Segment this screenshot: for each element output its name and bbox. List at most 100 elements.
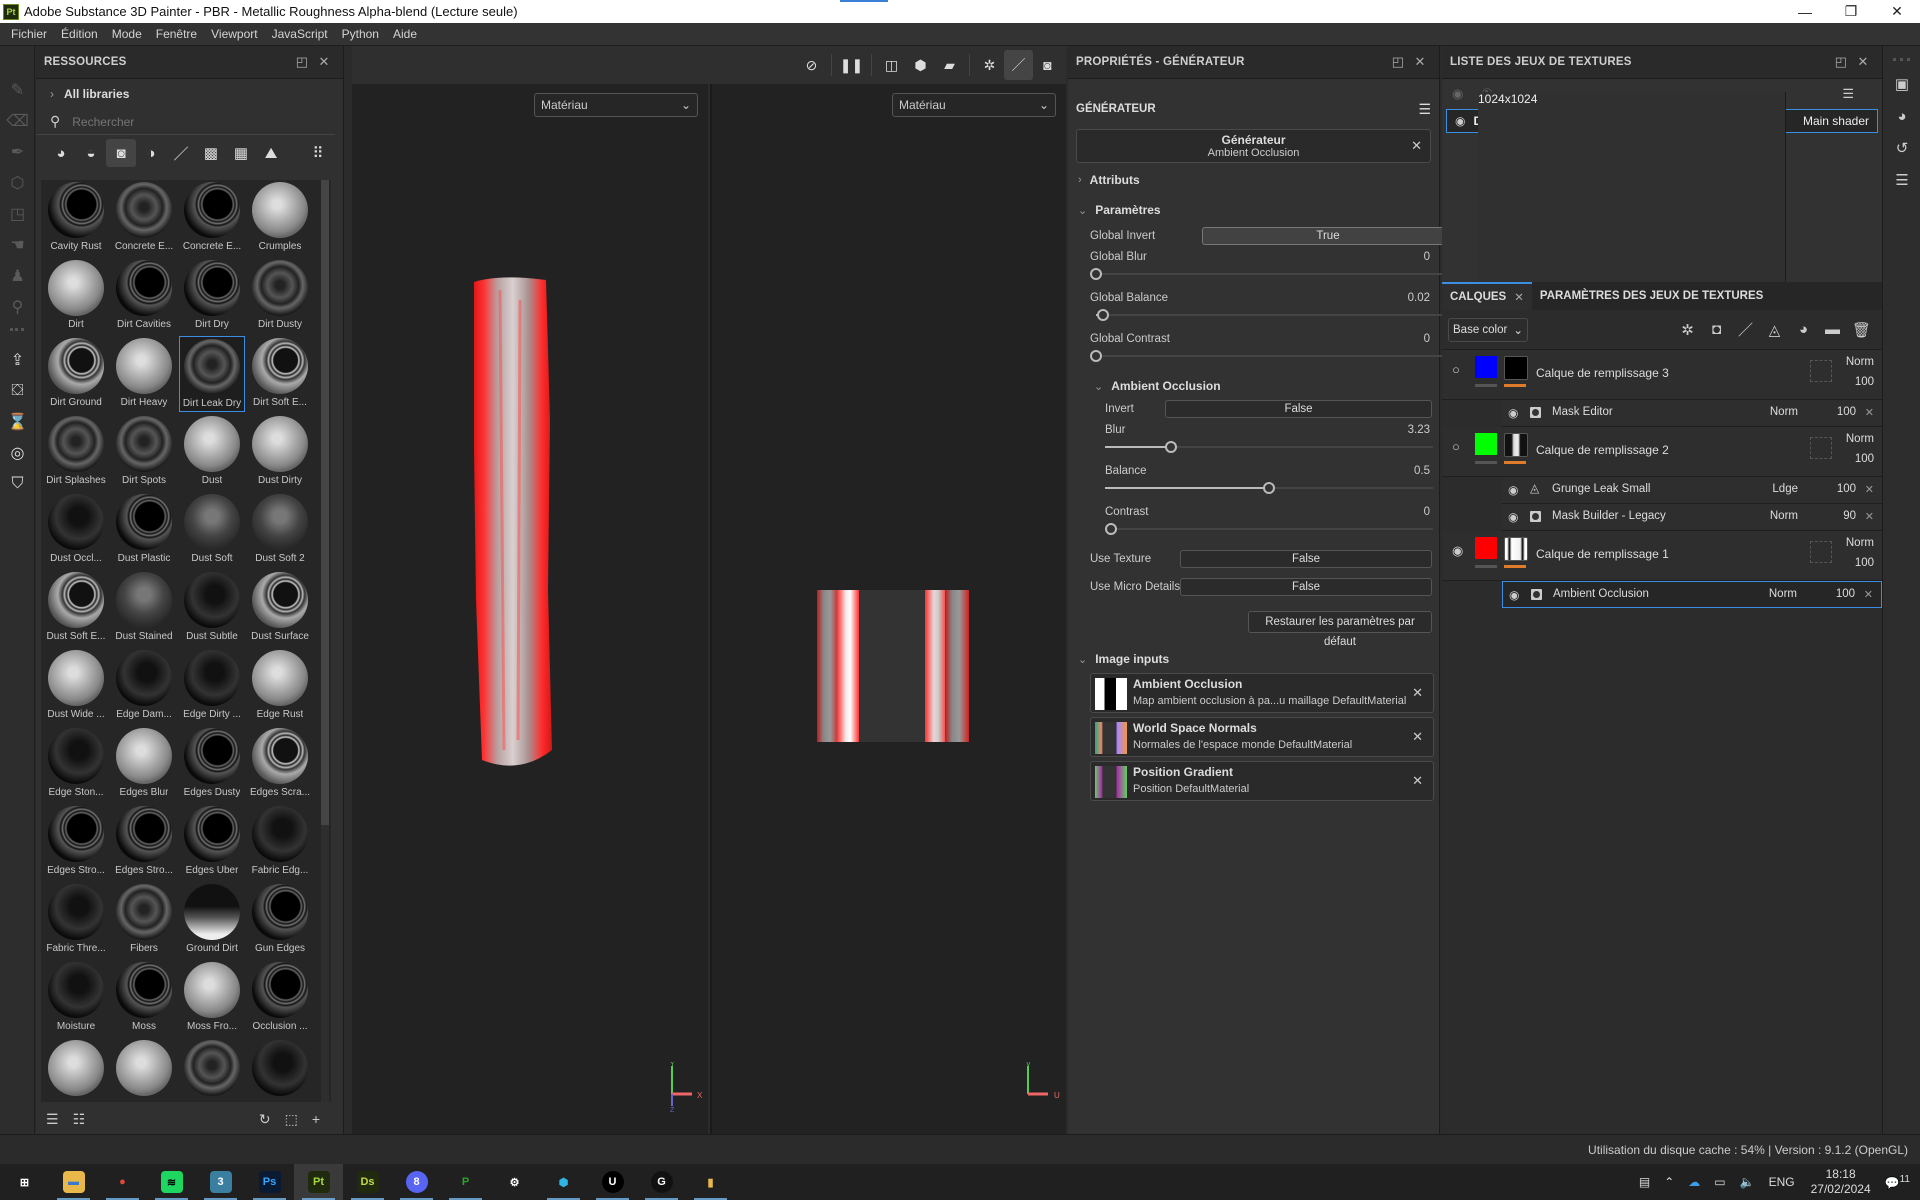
- taskbar-logitech-g[interactable]: G: [637, 1164, 686, 1200]
- resource-item[interactable]: Dirt Heavy: [111, 336, 177, 412]
- grid-view-icon[interactable]: ⠿: [303, 139, 333, 167]
- remove-effect-icon[interactable]: ✕: [1865, 406, 1874, 419]
- eye-icon[interactable]: ○: [1452, 362, 1460, 377]
- bake-icon[interactable]: ⛋: [0, 375, 35, 406]
- sub-layer-row[interactable]: ◉ Mask Editor Norm 100 ✕: [1502, 400, 1882, 427]
- layer-opacity[interactable]: 100: [1855, 453, 1874, 465]
- remove-input-icon[interactable]: ✕: [1412, 773, 1423, 789]
- resource-item[interactable]: Dirt Dry: [179, 258, 245, 334]
- global-contrast-slider[interactable]: Global Contrast 0: [1090, 333, 1454, 374]
- eye-icon[interactable]: ◉: [1455, 114, 1465, 128]
- global-invert-toggle[interactable]: True: [1202, 227, 1454, 245]
- news-icon[interactable]: ▤: [1639, 1175, 1650, 1189]
- smart-mask-icon[interactable]: ◙: [106, 139, 136, 167]
- resource-item[interactable]: Dirt: [43, 258, 109, 334]
- resource-item[interactable]: Fabric Thre...: [43, 882, 109, 958]
- texture-icon[interactable]: ▦: [226, 139, 256, 167]
- resource-item[interactable]: Dust Subtle: [179, 570, 245, 646]
- resource-item[interactable]: Moisture: [43, 960, 109, 1036]
- resource-item[interactable]: Edges Stro...: [43, 804, 109, 880]
- paint-icon[interactable]: ／: [1004, 50, 1033, 80]
- resource-item[interactable]: Dirt Leak Dry: [179, 336, 245, 412]
- resource-item[interactable]: Fabric Edg...: [247, 804, 313, 880]
- add-mask-icon[interactable]: ◘: [1702, 321, 1731, 338]
- resource-item[interactable]: [247, 1038, 313, 1102]
- resource-item[interactable]: Occlusion ...: [247, 960, 313, 1036]
- strip-grip[interactable]: [1893, 58, 1910, 64]
- float-panel-icon[interactable]: ◰: [1387, 54, 1409, 70]
- resource-item[interactable]: Dust Soft: [179, 492, 245, 568]
- resource-item[interactable]: Crumples: [247, 180, 313, 256]
- float-panel-icon[interactable]: ◰: [1830, 54, 1852, 70]
- layer-opacity[interactable]: 100: [1855, 557, 1874, 569]
- log-icon[interactable]: ☰: [1883, 164, 1920, 196]
- eye-icon[interactable]: ○: [1452, 439, 1460, 454]
- tab-layers[interactable]: CALQUES ✕: [1442, 282, 1532, 310]
- slider-knob[interactable]: [1097, 309, 1110, 321]
- add-paint-layer-icon[interactable]: ／: [1731, 319, 1760, 340]
- blur-slider[interactable]: Blur 3.23: [1105, 424, 1439, 465]
- resource-item[interactable]: Edge Ston...: [43, 726, 109, 802]
- resource-item[interactable]: Concrete E...: [111, 180, 177, 256]
- sub-layer-opacity[interactable]: 90: [1843, 510, 1856, 522]
- taskbar-settings[interactable]: ⚙: [490, 1164, 539, 1200]
- clock[interactable]: 18:18 27/02/2024: [1811, 1167, 1871, 1197]
- layer-geometry-mask-slot[interactable]: [1810, 541, 1832, 563]
- viewport-left-mode-select[interactable]: Matériau ⌄: [534, 93, 698, 117]
- pause-icon[interactable]: ❚❚: [837, 50, 866, 80]
- menu-python[interactable]: Python: [335, 27, 386, 41]
- resource-item[interactable]: Dust Stained: [111, 570, 177, 646]
- close-tab-icon[interactable]: ✕: [1514, 290, 1524, 304]
- resource-item[interactable]: Edges Uber: [179, 804, 245, 880]
- resource-item[interactable]: Dust Wide ...: [43, 648, 109, 724]
- remove-input-icon[interactable]: ✕: [1412, 729, 1423, 745]
- taskbar-explorer[interactable]: ▬: [49, 1164, 98, 1200]
- layer-mask-thumbnail[interactable]: [1504, 537, 1528, 561]
- polygon-fill-icon[interactable]: ◳: [0, 198, 35, 229]
- resource-item[interactable]: Fibers: [111, 882, 177, 958]
- remove-effect-icon[interactable]: ✕: [1865, 483, 1874, 496]
- resource-item[interactable]: [111, 1038, 177, 1102]
- resource-item[interactable]: Edge Dam...: [111, 648, 177, 724]
- resource-item[interactable]: Dirt Cavities: [111, 258, 177, 334]
- sub-layer-row[interactable]: ◉ ◬ Grunge Leak Small Ldge 100 ✕: [1502, 477, 1882, 504]
- add-smart-material-icon[interactable]: ◕: [1789, 321, 1818, 338]
- resource-item[interactable]: Cavity Rust: [43, 180, 109, 256]
- float-panel-icon[interactable]: ◰: [291, 54, 313, 70]
- physics-icon[interactable]: ✲: [975, 50, 1004, 80]
- image-input-ao[interactable]: Ambient Occlusion Map ambient occlusion …: [1090, 673, 1434, 713]
- taskbar-chrome[interactable]: ●: [98, 1164, 147, 1200]
- brush-icon[interactable]: ／: [166, 139, 196, 167]
- library-selector[interactable]: › All libraries: [36, 79, 343, 109]
- geometry-fill-icon[interactable]: ⬡: [0, 167, 35, 198]
- split-view-icon[interactable]: ◫: [877, 50, 906, 80]
- balance-slider[interactable]: Balance 0.5: [1105, 465, 1439, 506]
- generator-selector[interactable]: Générateur Ambient Occlusion ✕: [1076, 129, 1431, 163]
- material-icon[interactable]: ◕: [46, 139, 76, 167]
- taskbar-spotify[interactable]: ≋: [147, 1164, 196, 1200]
- eye-icon[interactable]: ◉: [1508, 483, 1518, 497]
- resource-item[interactable]: Moss Fro...: [179, 960, 245, 1036]
- resource-item[interactable]: Edge Dirty ...: [179, 648, 245, 724]
- clone-stamp-icon[interactable]: ♟: [0, 260, 35, 291]
- hide-icon[interactable]: ⊘: [797, 50, 826, 80]
- visibility-all-icon[interactable]: ◉: [1452, 86, 1463, 102]
- language-indicator[interactable]: ENG: [1769, 1175, 1795, 1189]
- eraser-icon[interactable]: ⌫: [0, 105, 35, 136]
- layer-row[interactable]: ○ Calque de remplissage 2 Norm 100: [1442, 427, 1882, 477]
- slider-knob[interactable]: [1090, 268, 1102, 280]
- uv-texture-view[interactable]: [817, 590, 969, 742]
- resource-item[interactable]: Dust: [179, 414, 245, 490]
- resource-item[interactable]: Edges Dusty: [179, 726, 245, 802]
- layer-mask-thumbnail[interactable]: [1504, 356, 1528, 380]
- history-icon[interactable]: ↺: [1883, 132, 1920, 164]
- sub-layer-blend-mode[interactable]: Norm: [1770, 406, 1798, 418]
- taskbar-start[interactable]: ⊞: [0, 1164, 49, 1200]
- contrast-slider[interactable]: Contrast 0: [1105, 506, 1439, 547]
- refresh-icon[interactable]: ↻: [259, 1111, 271, 1128]
- ao-section[interactable]: ⌄ Ambient Occlusion: [1068, 374, 1439, 398]
- menu-fenetre[interactable]: Fenêtre: [149, 27, 204, 41]
- strip-grip[interactable]: [10, 328, 24, 338]
- taskbar-discord[interactable]: 8: [392, 1164, 441, 1200]
- sub-layer-blend-mode[interactable]: Norm: [1770, 510, 1798, 522]
